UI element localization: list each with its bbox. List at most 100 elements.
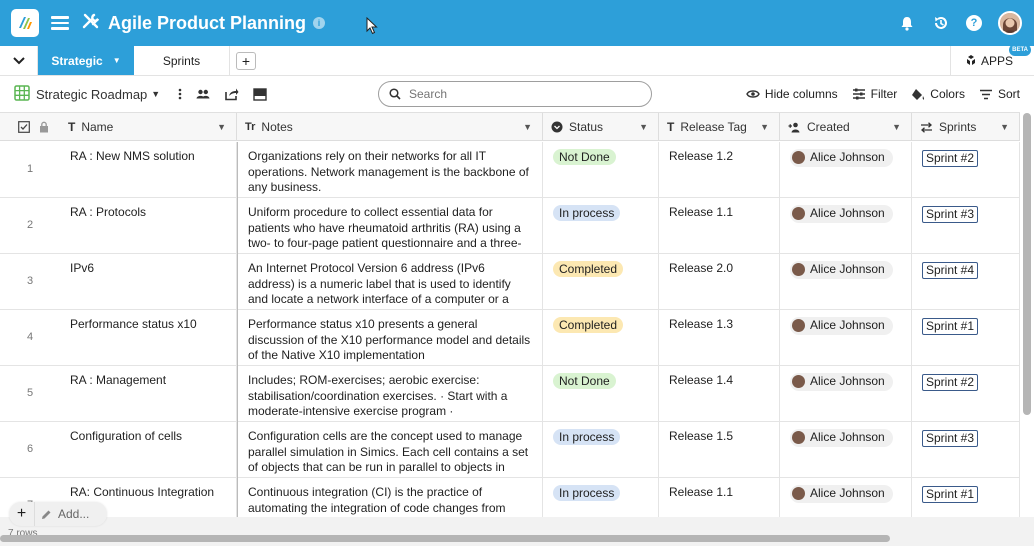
cell-sprints[interactable]: Sprint #2 (912, 366, 1020, 422)
colors-button[interactable]: Colors (911, 87, 965, 101)
table-row[interactable]: 7RA: Continuous IntegrationContinuous in… (0, 478, 1020, 518)
sprint-link-chip[interactable]: Sprint #3 (922, 430, 979, 447)
search-box[interactable] (378, 81, 652, 107)
cell-status[interactable]: Not Done (543, 366, 659, 422)
cell-sprints[interactable]: Sprint #2 (912, 142, 1020, 198)
add-row-control[interactable]: + Add... (9, 502, 108, 526)
users-icon[interactable] (196, 89, 210, 99)
add-tab-button[interactable]: + (236, 52, 256, 70)
view-selector[interactable]: Strategic Roadmap ▼ (14, 84, 160, 104)
table-row[interactable]: 6 Configuration of cells Configuration cel… (0, 422, 1020, 478)
caret-down-icon[interactable]: ▼ (639, 122, 648, 132)
cell-status[interactable]: In process (543, 422, 659, 478)
tab-strategic[interactable]: Strategic ▼ (38, 46, 134, 75)
apps-button[interactable]: APPS BETA (950, 44, 1034, 76)
cell-name[interactable]: IPv6 (60, 254, 237, 310)
caret-down-icon[interactable]: ▼ (892, 122, 901, 132)
layout-icon[interactable] (253, 87, 267, 101)
cell-release-tag[interactable]: Release 1.2 (659, 142, 780, 198)
column-header-release-tag[interactable]: T Release Tag ▼ (659, 113, 780, 141)
cell-status[interactable]: Completed (543, 254, 659, 310)
cell-name[interactable]: Configuration of cells (60, 422, 237, 478)
info-icon[interactable]: i (313, 17, 326, 29)
column-header-status[interactable]: Status ▼ (543, 113, 659, 141)
column-header-name[interactable]: T Name ▼ (60, 113, 237, 141)
menu-icon[interactable] (51, 16, 69, 30)
table-row[interactable]: 3 IPv6 An Internet Protocol Version 6 addr… (0, 254, 1020, 310)
sprint-link-chip[interactable]: Sprint #4 (922, 262, 979, 279)
select-all-checkbox[interactable] (18, 121, 30, 133)
cell-release-tag[interactable]: Release 1.3 (659, 310, 780, 366)
caret-down-icon[interactable]: ▼ (1000, 122, 1009, 132)
cell-release-tag[interactable]: Release 2.0 (659, 254, 780, 310)
cell-notes[interactable]: Configuration cells are the concept used… (237, 422, 543, 478)
caret-down-icon[interactable]: ▼ (760, 122, 769, 132)
sprint-link-chip[interactable]: Sprint #1 (922, 318, 979, 335)
sprint-link-chip[interactable]: Sprint #2 (922, 374, 979, 391)
cell-status[interactable]: Not Done (543, 142, 659, 198)
chevron-down-icon[interactable] (0, 46, 38, 75)
horizontal-scrollbar[interactable] (0, 535, 890, 542)
cell-created[interactable]: Alice Johnson (780, 310, 912, 366)
cell-name[interactable]: Performance status x10 (60, 310, 237, 366)
cell-release-tag[interactable]: Release 1.1 (659, 198, 780, 254)
cell-sprints[interactable]: Sprint #1 (912, 310, 1020, 366)
column-header-notes[interactable]: Tr Notes ▼ (237, 113, 543, 141)
user-avatar[interactable] (998, 11, 1022, 35)
column-header-created[interactable]: Created ▼ (780, 113, 912, 141)
cell-created[interactable]: Alice Johnson (780, 142, 912, 198)
add-record-button[interactable]: Add... (35, 507, 107, 521)
cell-notes[interactable]: An Internet Protocol Version 6 address (… (237, 254, 543, 310)
cell-created[interactable]: Alice Johnson (780, 478, 912, 518)
table-row[interactable]: 2 RA : Protocols Uniform procedure to coll… (0, 198, 1020, 254)
cell-notes[interactable]: Includes; ROM-exercises; aerobic exercis… (237, 366, 543, 422)
plus-icon[interactable]: + (9, 502, 35, 526)
cell-name[interactable]: RA : New NMS solution (60, 142, 237, 198)
sprint-link-chip[interactable]: Sprint #1 (922, 486, 979, 503)
history-icon[interactable] (932, 14, 950, 32)
vertical-scrollbar[interactable] (1023, 113, 1031, 415)
cell-sprints[interactable]: Sprint #4 (912, 254, 1020, 310)
cell-sprints[interactable]: Sprint #3 (912, 198, 1020, 254)
cell-name[interactable]: RA : Management (60, 366, 237, 422)
more-vertical-icon[interactable] (178, 88, 182, 100)
cell-release-tag[interactable]: Release 1.5 (659, 422, 780, 478)
cell-notes[interactable]: Continuous integration (CI) is the pract… (237, 478, 543, 518)
cell-created[interactable]: Alice Johnson (780, 254, 912, 310)
help-icon[interactable]: ? (966, 15, 982, 31)
table-row[interactable]: 5 RA : Management Includes; ROM-exercises;… (0, 366, 1020, 422)
filter-button[interactable]: Filter (852, 87, 897, 101)
cell-release-tag[interactable]: Release 1.4 (659, 366, 780, 422)
cell-name[interactable]: RA : Protocols (60, 198, 237, 254)
search-input[interactable] (409, 87, 629, 101)
cell-notes[interactable]: Uniform procedure to collect essential d… (237, 198, 543, 254)
sprint-link-chip[interactable]: Sprint #2 (922, 150, 979, 167)
cell-status[interactable]: Completed (543, 310, 659, 366)
caret-down-icon[interactable]: ▼ (113, 56, 121, 65)
cell-notes[interactable]: Performance status x10 presents a genera… (237, 310, 543, 366)
table-row[interactable]: 1 RA : New NMS solution Organizations rely… (0, 142, 1020, 198)
cell-notes[interactable]: Organizations rely on their networks for… (237, 142, 543, 198)
caret-down-icon[interactable]: ▼ (151, 89, 160, 99)
table-footer: + Add... 7 rows (0, 502, 1034, 546)
cell-created[interactable]: Alice Johnson (780, 422, 912, 478)
share-icon[interactable] (224, 87, 239, 101)
app-logo[interactable] (11, 9, 39, 37)
status-badge: In process (553, 429, 621, 445)
caret-down-icon[interactable]: ▼ (217, 122, 226, 132)
hide-columns-button[interactable]: Hide columns (746, 87, 838, 101)
cell-sprints[interactable]: Sprint #1 (912, 478, 1020, 518)
cell-sprints[interactable]: Sprint #3 (912, 422, 1020, 478)
bell-icon[interactable] (898, 14, 916, 32)
cell-status[interactable]: In process (543, 198, 659, 254)
cell-status[interactable]: In process (543, 478, 659, 518)
cell-created[interactable]: Alice Johnson (780, 366, 912, 422)
cell-created[interactable]: Alice Johnson (780, 198, 912, 254)
caret-down-icon[interactable]: ▼ (523, 122, 532, 132)
cell-release-tag[interactable]: Release 1.1 (659, 478, 780, 518)
sprint-link-chip[interactable]: Sprint #3 (922, 206, 979, 223)
column-header-sprints[interactable]: Sprints ▼ (912, 113, 1020, 141)
sort-button[interactable]: Sort (979, 87, 1020, 101)
table-row[interactable]: 4 Performance status x10 Performance statu… (0, 310, 1020, 366)
tab-sprints[interactable]: Sprints (134, 46, 230, 75)
